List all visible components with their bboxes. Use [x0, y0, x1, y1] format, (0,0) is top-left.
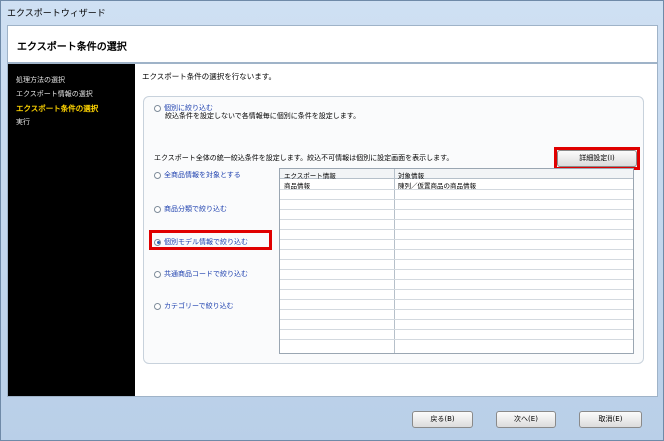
next-button[interactable]: 次へ(E) [496, 411, 556, 428]
radio-circle [154, 171, 161, 179]
wizard-footer: 戻る(B) 次へ(E) 取消(E) [1, 399, 663, 440]
row-divider [280, 209, 633, 210]
radio-category[interactable]: カテゴリーで絞り込む [154, 301, 234, 311]
radio-circle [154, 104, 161, 112]
radio-all-products[interactable]: 全商品情報を対象とする [154, 170, 241, 180]
row-divider [280, 199, 633, 200]
title-bar: エクスポートウィザード [1, 1, 663, 23]
row-divider [280, 239, 633, 240]
row-divider [280, 189, 633, 190]
model-option-highlight [149, 230, 272, 250]
step-processing-method: 処理方法の選択 [16, 76, 65, 84]
step-export-info: エクスポート情報の選択 [16, 90, 93, 98]
export-info-table[interactable]: エクスポート情報 対象情報 商品情報 陳列／仮置商品の商品情報 [279, 168, 634, 354]
radio-label: 共通商品コードで絞り込む [164, 270, 248, 278]
page-title: エクスポート条件の選択 [17, 42, 127, 53]
radio-label: カテゴリーで絞り込む [164, 302, 234, 310]
row-divider [280, 339, 633, 340]
radio-label: 全商品情報を対象とする [164, 171, 241, 179]
row-divider [280, 259, 633, 260]
radio-common-product-code[interactable]: 共通商品コードで絞り込む [154, 269, 248, 279]
step-sidebar: 処理方法の選択 エクスポート情報の選択 エクスポート条件の選択 実行 [8, 64, 135, 396]
row-divider [280, 309, 633, 310]
row-divider [280, 289, 633, 290]
window-title: エクスポートウィザード [7, 9, 106, 19]
row-divider [280, 269, 633, 270]
row-divider [280, 279, 633, 280]
individual-note: 絞込条件を設定しないで各情報毎に個別に条件を設定します。 [165, 112, 361, 120]
radio-circle [154, 270, 161, 278]
column-header-target-info: 対象情報 [398, 172, 424, 180]
back-button[interactable]: 戻る(B) [412, 411, 473, 428]
table-header: エクスポート情報 対象情報 [280, 169, 633, 180]
column-header-export-info: エクスポート情報 [284, 172, 336, 180]
row-divider [280, 219, 633, 220]
step-export-condition: エクスポート条件の選択 [16, 104, 99, 113]
page-header: エクスポート条件の選択 [7, 25, 658, 63]
radio-label: 商品分類で絞り込む [164, 205, 227, 213]
wizard-body: 処理方法の選択 エクスポート情報の選択 エクスポート条件の選択 実行 エクスポー… [7, 63, 658, 397]
cancel-button[interactable]: 取消(E) [579, 411, 642, 428]
condition-panel: 個別に絞り込む 絞込条件を設定しないで各情報毎に個別に条件を設定します。 エクス… [143, 96, 644, 364]
detail-settings-highlight [554, 147, 640, 170]
row-divider [280, 299, 633, 300]
row-divider [280, 229, 633, 230]
content-area: エクスポート条件の選択を行ないます。 個別に絞り込む 絞込条件を設定しないで各情… [135, 64, 657, 396]
column-divider [394, 169, 395, 353]
step-description: エクスポート条件の選択を行ないます。 [142, 72, 277, 81]
radio-circle [154, 302, 161, 310]
radio-circle [154, 205, 161, 213]
row-divider [280, 319, 633, 320]
export-wizard-window: エクスポートウィザード エクスポート条件の選択 処理方法の選択 エクスポート情報… [0, 0, 664, 441]
step-execute: 実行 [16, 118, 30, 126]
row-divider [280, 329, 633, 330]
unified-condition-note: エクスポート全体の統一絞込条件を設定します。絞込不可情報は個別に設定画面を表示し… [154, 154, 454, 162]
radio-product-category[interactable]: 商品分類で絞り込む [154, 204, 227, 214]
row-divider [280, 249, 633, 250]
